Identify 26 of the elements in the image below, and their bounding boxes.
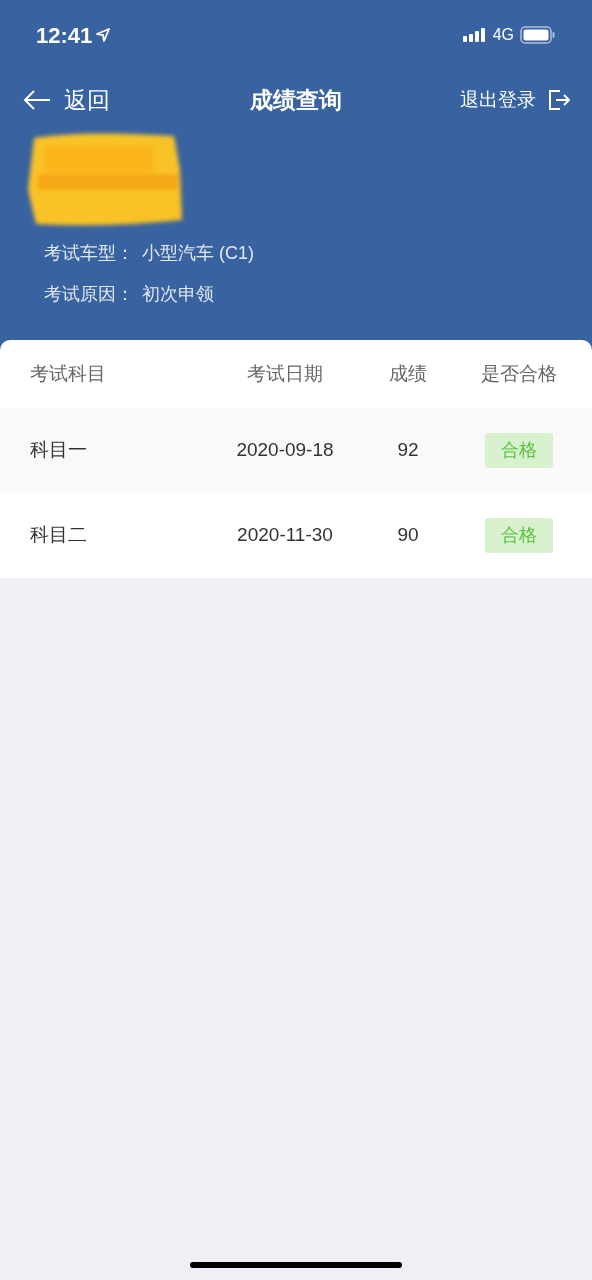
back-button[interactable]: 返回: [22, 82, 110, 118]
logout-icon: [548, 89, 570, 111]
page-title: 成绩查询: [250, 85, 342, 115]
result-tag: 合格: [485, 433, 553, 468]
location-icon: [96, 28, 111, 42]
logout-button[interactable]: 退出登录: [460, 85, 570, 115]
network-label: 4G: [492, 25, 514, 45]
column-header: 成绩: [389, 361, 427, 386]
signal-icon: [462, 27, 487, 43]
table-cell-text: 92: [397, 438, 419, 463]
table-cell-text: 2020-09-18: [236, 438, 334, 463]
info-label: 考试原因：: [44, 283, 134, 306]
back-arrow-icon: [22, 89, 52, 111]
status-time: 12:41: [36, 21, 93, 50]
column-header: 是否合格: [481, 361, 557, 386]
info-value: 初次申领: [142, 283, 214, 306]
table-cell-text: 科目二: [29, 523, 87, 548]
info-label: 考试车型：: [44, 242, 134, 265]
table-cell-text: 90: [397, 523, 419, 548]
table-cell-text: 科目一: [29, 438, 87, 463]
column-header: 考试日期: [247, 361, 323, 386]
table-cell-text: 2020-11-30: [237, 523, 333, 548]
column-header: 考试科目: [29, 361, 106, 386]
info-value: 小型汽车 (C1): [142, 242, 254, 265]
result-tag: 合格: [485, 518, 553, 553]
battery-icon: [520, 26, 556, 44]
